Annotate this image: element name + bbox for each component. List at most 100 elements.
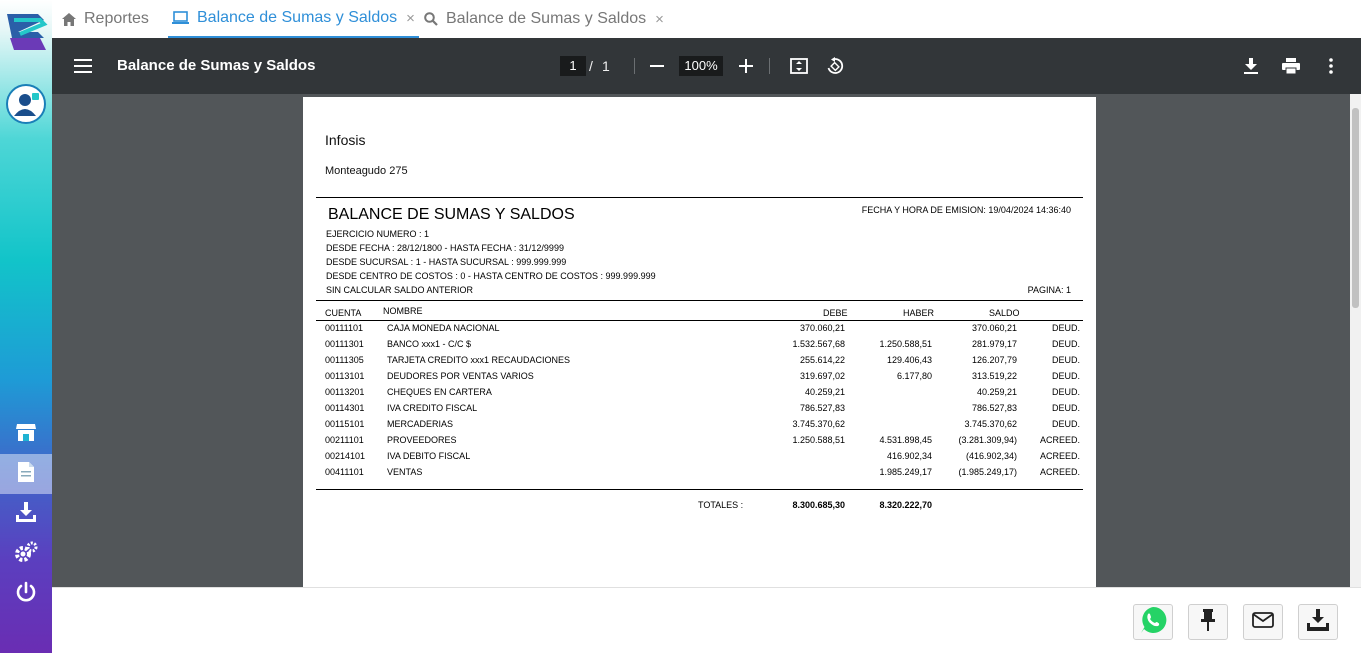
- cell-cuenta: 00113201: [325, 387, 365, 397]
- cell-debe: 370.060,21: [799, 323, 845, 333]
- page-separator: /: [589, 58, 593, 74]
- viewer-scrollbar[interactable]: [1350, 94, 1361, 587]
- emission-datetime: FECHA Y HORA DE EMISION: 19/04/2024 14:3…: [861, 205, 1071, 215]
- fit-to-page-icon[interactable]: [787, 54, 811, 78]
- tab-balance-report[interactable]: Balance de Sumas y Saldos ×: [168, 0, 419, 38]
- print-icon[interactable]: [1279, 54, 1303, 78]
- table-row: 00214101 IVA DEBITO FISCAL 416.902,34 (416.…: [303, 451, 1096, 467]
- pdf-toolbar: Balance de Sumas y Saldos 1 / 1 100%: [52, 38, 1361, 94]
- user-avatar[interactable]: [6, 84, 46, 124]
- tab-balance-search[interactable]: Balance de Sumas y Saldos ×: [424, 0, 664, 38]
- cell-nombre: BANCO xxx1 - C/C $: [387, 339, 472, 349]
- cell-nombre: CHEQUES EN CARTERA: [387, 387, 492, 397]
- cell-nombre: TARJETA CREDITO xxx1 RECAUDACIONES: [387, 355, 571, 365]
- cell-saldo: (416.902,34): [965, 451, 1017, 461]
- menu-icon[interactable]: [71, 54, 95, 78]
- cell-haber: 1.250.588,51: [879, 339, 932, 349]
- toolbar-divider: [634, 58, 635, 74]
- rotate-icon[interactable]: [823, 54, 847, 78]
- cell-cuenta: 00111101: [325, 323, 364, 333]
- home-icon: [62, 12, 76, 26]
- cell-nombre: MERCADERIAS: [387, 419, 454, 429]
- cell-saldo: (3.281.309,94): [958, 435, 1017, 445]
- tab-label: Balance de Sumas y Saldos: [197, 9, 398, 26]
- report-param: DESDE SUCURSAL : 1 - HASTA SUCURSAL : 99…: [326, 257, 567, 267]
- download-icon[interactable]: [1239, 54, 1263, 78]
- action-bar: [52, 587, 1361, 653]
- sidebar-item-documents[interactable]: [0, 454, 52, 494]
- page-total: 1: [602, 58, 610, 74]
- cell-nombre: IVA CREDITO FISCAL: [387, 403, 478, 413]
- cell-debe: 1.532.567,68: [792, 339, 845, 349]
- cell-tipo: DEUD.: [1051, 387, 1080, 397]
- column-header-nombre: NOMBRE: [383, 306, 423, 316]
- tab-reportes[interactable]: Reportes: [62, 0, 149, 38]
- cell-debe: 3.745.370,62: [792, 419, 845, 429]
- report-title: BALANCE DE SUMAS Y SALDOS: [328, 206, 575, 223]
- page-indicator: PAGINA: 1: [1027, 285, 1071, 295]
- cell-cuenta: 00111301: [325, 339, 364, 349]
- tab-close-icon[interactable]: ×: [406, 10, 415, 27]
- pdf-page: Infosis Monteagudo 275 BALANCE DE SUMAS …: [303, 97, 1096, 587]
- cell-tipo: DEUD.: [1051, 355, 1080, 365]
- report-param: EJERCICIO NUMERO : 1: [326, 229, 430, 239]
- settings-gears-icon: [14, 541, 38, 568]
- divider-line: [316, 320, 1083, 321]
- tab-bar: Reportes Balance de Sumas y Saldos × Bal…: [52, 0, 1361, 38]
- monitor-icon: [172, 11, 189, 25]
- sidebar-item-downloads[interactable]: [0, 494, 52, 534]
- cell-saldo: 281.979,17: [971, 339, 1017, 349]
- table-row: 00113101 DEUDORES POR VENTAS VARIOS 319.69…: [303, 371, 1096, 387]
- column-header-haber: HABER: [903, 308, 935, 318]
- whatsapp-icon: [1138, 605, 1168, 640]
- download-button[interactable]: [1298, 604, 1338, 640]
- store-icon: [15, 421, 37, 448]
- sidebar-item-store[interactable]: [0, 414, 52, 454]
- zoom-out-icon[interactable]: [645, 54, 669, 78]
- app-logo[interactable]: [4, 10, 48, 54]
- tab-close-icon[interactable]: ×: [655, 11, 664, 28]
- cell-tipo: ACREED.: [1039, 451, 1080, 461]
- table-row: 00114301 IVA CREDITO FISCAL 786.527,83 786.…: [303, 403, 1096, 419]
- zoom-level-input[interactable]: 100%: [679, 56, 723, 76]
- cell-cuenta: 00114301: [325, 403, 365, 413]
- cell-saldo: 313.519,22: [971, 371, 1017, 381]
- table-row: 00111305 TARJETA CREDITO xxx1 RECAUDACION…: [303, 355, 1096, 371]
- column-header-saldo: SALDO: [989, 308, 1020, 318]
- table-row: 00211101 PROVEEDORES 1.250.588,51 4.531.898…: [303, 435, 1096, 451]
- report-param: DESDE FECHA : 28/12/1800 - HASTA FECHA :…: [326, 243, 564, 253]
- cell-nombre: IVA DEBITO FISCAL: [387, 451, 471, 461]
- cell-debe: 319.697,02: [799, 371, 845, 381]
- cell-tipo: DEUD.: [1051, 339, 1080, 349]
- pdf-viewer[interactable]: Infosis Monteagudo 275 BALANCE DE SUMAS …: [52, 94, 1361, 587]
- share-whatsapp-button[interactable]: [1133, 604, 1173, 640]
- totals-debe: 8.300.685,30: [792, 500, 845, 510]
- more-options-icon[interactable]: [1319, 54, 1343, 78]
- sidebar-item-settings[interactable]: [0, 534, 52, 574]
- scrollbar-thumb[interactable]: [1352, 108, 1359, 308]
- table-row: 00113201 CHEQUES EN CARTERA 40.259,21 40.25…: [303, 387, 1096, 403]
- table-row: 00115101 MERCADERIAS 3.745.370,62 3.745.370…: [303, 419, 1096, 435]
- sidebar-item-logout[interactable]: [0, 574, 52, 614]
- tab-label: Balance de Sumas y Saldos: [446, 10, 647, 27]
- cell-saldo: 126.207,79: [971, 355, 1017, 365]
- table-row: 00111101 CAJA MONEDA NACIONAL 370.060,21 37…: [303, 323, 1096, 339]
- cell-tipo: DEUD.: [1051, 419, 1080, 429]
- page-number-input[interactable]: 1: [560, 56, 586, 76]
- cell-saldo: 40.259,21: [976, 387, 1017, 397]
- divider-line: [316, 300, 1083, 301]
- cell-haber: 416.902,34: [886, 451, 932, 461]
- cell-haber: 4.531.898,45: [879, 435, 932, 445]
- cell-nombre: CAJA MONEDA NACIONAL: [387, 323, 500, 333]
- cell-cuenta: 00411101: [325, 467, 364, 477]
- mail-icon: [1252, 611, 1274, 633]
- cell-cuenta: 00111305: [325, 355, 364, 365]
- table-row: 00111301 BANCO xxx1 - C/C $ 1.532.567,68 1.…: [303, 339, 1096, 355]
- zoom-in-icon[interactable]: [734, 54, 758, 78]
- cell-haber: 6.177,80: [896, 371, 932, 381]
- document-title: Balance de Sumas y Saldos: [117, 57, 316, 74]
- cell-cuenta: 00115101: [325, 419, 365, 429]
- pin-button[interactable]: [1188, 604, 1228, 640]
- email-button[interactable]: [1243, 604, 1283, 640]
- power-icon: [15, 581, 37, 608]
